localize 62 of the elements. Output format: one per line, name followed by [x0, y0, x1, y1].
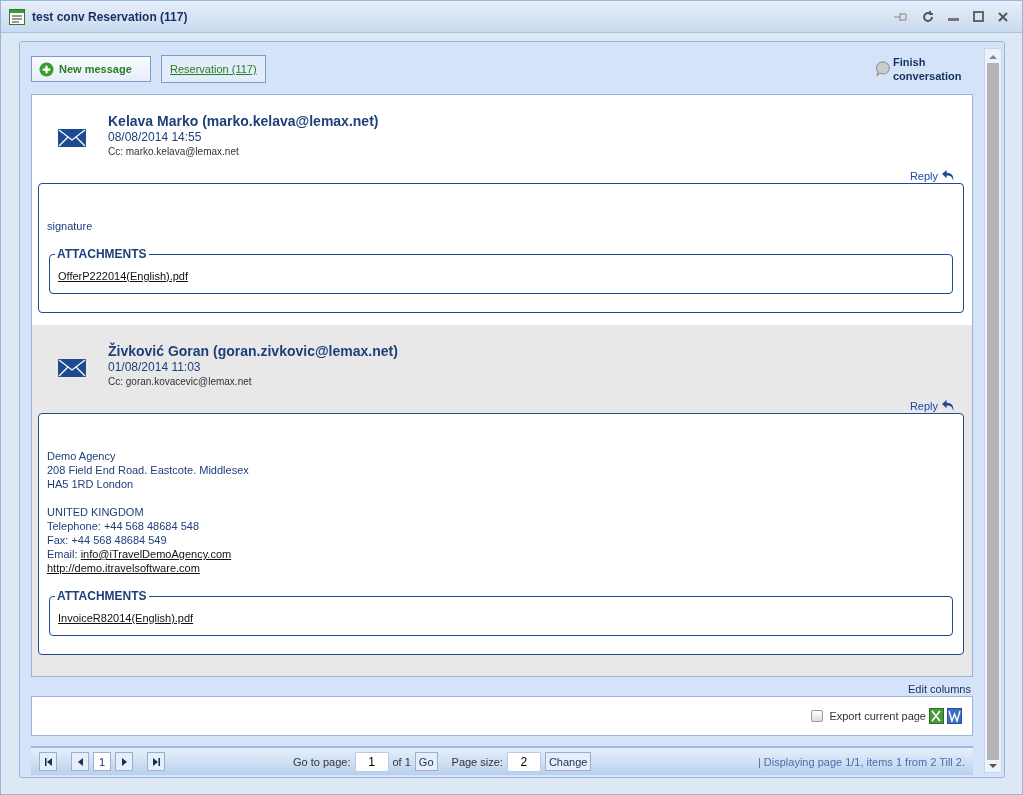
speech-bubble-icon	[876, 61, 890, 77]
paging-status: | Displaying page 1/1, items 1 from 2 Till 2.	[757, 755, 965, 768]
last-page-icon	[152, 757, 160, 766]
attachments-label: ATTACHMENTS	[56, 589, 148, 603]
cc-text: Cc: goran.kovacevic@lemax.net	[108, 376, 253, 387]
sender-name: Živković Goran (goran.zivkovic@lemax.net)	[108, 343, 398, 359]
sender-name: Kelava Marko (marko.kelava@lemax.net)	[108, 113, 379, 129]
body-text: 208 Field End Road. Eastcote. Middlesex	[47, 463, 250, 477]
close-icon[interactable]	[998, 11, 1008, 22]
reservation-link[interactable]: Reservation (117)	[161, 55, 266, 83]
message-date: 01/08/2014 11:03	[108, 360, 202, 374]
go-button[interactable]: Go	[414, 752, 438, 771]
go-to-page-field[interactable]: 1	[354, 751, 389, 772]
cc-text: Cc: marko.kelava@lemax.net	[108, 146, 240, 157]
body-text: Fax: +44 568 48684 549	[47, 533, 168, 547]
plus-icon	[39, 61, 54, 77]
page-count-text: of 1	[392, 755, 411, 768]
message-panel[interactable]	[32, 325, 972, 676]
word-export-icon[interactable]	[947, 708, 962, 724]
scroll-up-icon[interactable]	[989, 53, 997, 61]
attachment-link[interactable]: OfferP222014(English).pdf	[58, 270, 189, 282]
message-date: 08/08/2014 14:55	[108, 130, 203, 144]
reply-link[interactable]: Reply	[909, 399, 938, 412]
left-triangle-icon	[77, 757, 83, 766]
attachments-label: ATTACHMENTS	[56, 247, 148, 261]
previous-page-button[interactable]	[71, 752, 89, 771]
window-icon	[9, 8, 25, 25]
page-size-field[interactable]: 2	[506, 751, 541, 772]
page-number-button[interactable]: 1	[93, 752, 111, 771]
body-text: HA5 1RD London	[47, 477, 135, 491]
last-page-button[interactable]	[147, 752, 165, 771]
edit-columns-link[interactable]: Edit columns	[908, 683, 971, 695]
body-text: Telephone: +44 568 48684 548	[47, 519, 200, 533]
maximize-icon[interactable]	[973, 11, 984, 22]
scroll-down-icon[interactable]	[989, 762, 997, 770]
go-to-page-label: Go to page:	[293, 755, 351, 768]
change-button[interactable]: Change	[544, 752, 592, 771]
reply-link[interactable]: Reply	[909, 169, 938, 182]
right-triangle-icon	[121, 757, 127, 766]
body-text: signature	[47, 219, 94, 233]
first-page-button[interactable]	[39, 752, 57, 771]
export-checkbox[interactable]	[811, 710, 824, 722]
excel-export-icon[interactable]	[929, 708, 944, 724]
export-label: Export current page	[829, 710, 926, 722]
body-text: Email: info@iTravelDemoAgency.com	[47, 547, 233, 561]
finish-conversation-link[interactable]: Finish conversation	[893, 55, 985, 83]
refresh-icon[interactable]	[922, 10, 934, 23]
next-page-button[interactable]	[115, 752, 133, 771]
body-text: UNITED KINGDOM	[47, 505, 145, 519]
first-page-icon	[44, 757, 52, 766]
envelope-icon	[58, 129, 86, 147]
website-link[interactable]: http://demo.itravelsoftware.com	[47, 562, 200, 574]
page-size-label: Page size:	[451, 755, 503, 768]
window-title: test conv Reservation (117)	[32, 9, 189, 24]
scrollbar[interactable]	[984, 48, 1002, 773]
reply-arrow-icon	[941, 169, 956, 182]
attachment-link[interactable]: InvoiceR82014(English).pdf	[58, 612, 194, 624]
body-text: Demo Agency	[47, 449, 117, 463]
new-message-button[interactable]: New message	[31, 56, 151, 82]
envelope-icon	[58, 359, 86, 377]
reply-arrow-icon	[941, 399, 956, 412]
email-link[interactable]: info@iTravelDemoAgency.com	[80, 548, 232, 560]
